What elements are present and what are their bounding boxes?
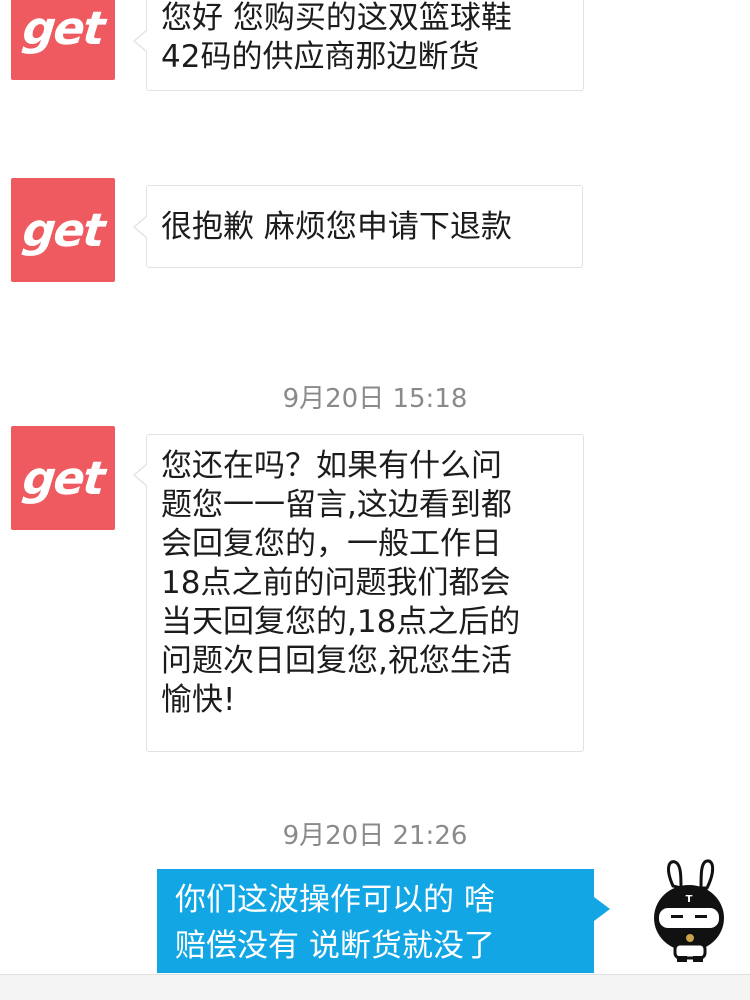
message-line: 问题次日回复您,祝您生活 (161, 643, 512, 679)
message-timestamp: 9月20日 15:18 (282, 384, 468, 414)
message-line: 会回复您的，一般工作日 (161, 526, 502, 562)
seller-avatar[interactable]: get (11, 0, 115, 80)
message-line: 很抱歉 麻烦您申请下退款 (161, 209, 512, 245)
message-line: 当天回复您的,18点之后的 (161, 604, 521, 640)
message-line: 赔偿没有 说断货就没了 (175, 928, 495, 964)
my-message-bubble[interactable]: 你们这波操作可以的 啥 赔偿没有 说断货就没了 (157, 869, 610, 973)
seller-message-bubble[interactable]: 很抱歉 麻烦您申请下退款 (133, 185, 583, 268)
seller-avatar[interactable]: get (11, 178, 115, 282)
seller-message-bubble[interactable]: 您好 您购买的这双篮球鞋 42码的供应商那边断货 (133, 0, 584, 91)
seller-message-bubble[interactable]: 您还在吗？如果有什么问 题您一一留言,这边看到都 会回复您的，一般工作日 18点… (133, 434, 584, 752)
message-line: 题您一一留言,这边看到都 (161, 487, 512, 523)
seller-avatar-logo: get (20, 1, 106, 55)
message-line: 42码的供应商那边断货 (161, 39, 480, 75)
message-timestamp: 9月20日 21:26 (282, 821, 468, 851)
message-line: 你们这波操作可以的 啥 (175, 882, 495, 918)
input-bar[interactable] (0, 974, 750, 1000)
message-line: 18点之前的问题我们都会 (161, 565, 511, 601)
rabbit-avatar-icon[interactable]: T (651, 858, 729, 968)
message-line: 您还在吗？如果有什么问 (161, 448, 502, 484)
seller-avatar[interactable]: get (11, 426, 115, 530)
seller-avatar-logo: get (20, 451, 106, 505)
message-line: 愉快! (161, 682, 236, 718)
message-line: 您好 您购买的这双篮球鞋 (161, 0, 512, 36)
seller-avatar-logo: get (20, 203, 106, 257)
svg-text:T: T (686, 894, 693, 905)
